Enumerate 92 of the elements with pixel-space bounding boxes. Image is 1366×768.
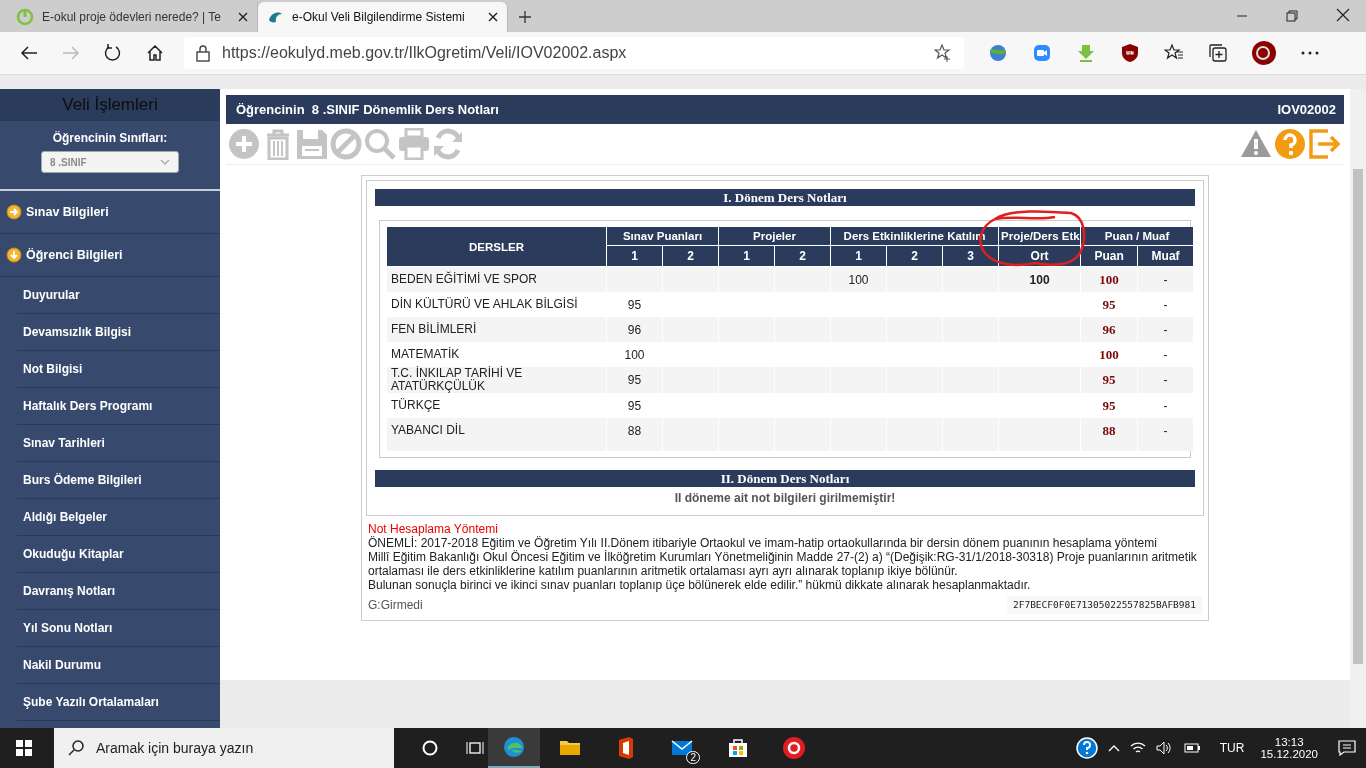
- column-header: 1: [831, 246, 887, 267]
- search-icon: [364, 128, 396, 160]
- table-cell: 95: [607, 367, 662, 393]
- battery-icon[interactable]: [1181, 742, 1200, 754]
- sidebar-title: Veli İşlemleri: [0, 89, 220, 121]
- notification-icon[interactable]: [1338, 740, 1356, 756]
- table-cell: FEN BİLİMLERİ: [387, 317, 606, 342]
- search-icon: [68, 740, 84, 756]
- refresh-icon[interactable]: [104, 44, 122, 62]
- new-tab-icon[interactable]: [518, 10, 532, 24]
- term-title: I. Dönem Ders Notları: [375, 189, 1195, 206]
- save-icon: [296, 128, 328, 160]
- store-icon[interactable]: [726, 736, 750, 760]
- globe-icon[interactable]: [988, 43, 1008, 63]
- table-cell: 100: [831, 267, 887, 292]
- count-badge: 2: [686, 751, 700, 764]
- table-cell: 100: [1081, 267, 1138, 292]
- table-cell: 96: [1081, 317, 1138, 342]
- table-cell: -: [1138, 267, 1194, 292]
- legend-text: G:Girmedi: [368, 598, 423, 612]
- sidebar-section[interactable]: Sınav Bilgileri: [0, 191, 220, 234]
- speaker-icon[interactable]: [1155, 741, 1172, 755]
- empty-message: II döneme ait not bilgileri girilmemiştir!: [673, 490, 897, 507]
- task-view-icon[interactable]: [466, 740, 484, 756]
- refresh-icon: [432, 128, 464, 160]
- column-header: 1: [607, 246, 662, 267]
- cancel-icon: [330, 128, 362, 160]
- sidebar-section[interactable]: Öğrenci Bilgileri: [0, 234, 220, 277]
- language-indicator[interactable]: TUR: [1219, 741, 1245, 755]
- column-header: Puan: [1081, 246, 1138, 267]
- address-field[interactable]: https://eokulyd.meb.gov.tr/IlkOgretim/Veli/IOV02002.aspx: [184, 37, 964, 69]
- notes-text: Millî Eğitim Bakanlığı Okul Öncesi Eğitim ve İlköğretim Kurumları Yönetmeliğinin Madde 27-(2) a) “(Değişik:RG-31/1/2018-30318) Proje puanlarının aritmetik ortalaması ile ders etkinliklerine katılım puanlarının aritmetik ortalaması ayrı ayrı alınarak toplanıp ikiye bölünür.: [368, 550, 1198, 578]
- chevron-down-icon: [160, 159, 170, 165]
- restore-icon[interactable]: [1286, 10, 1298, 22]
- table-cell: -: [1138, 367, 1194, 393]
- home-icon[interactable]: [146, 44, 164, 62]
- clock-time[interactable]: 13:13: [1274, 736, 1304, 748]
- clock-date[interactable]: 15.12.2020: [1260, 748, 1318, 760]
- browser-tab[interactable]: e-Okul Veli Bilgilendirme Sistemi: [258, 2, 508, 32]
- notes-text: Bulunan sonuçla birinci ve ikinci sınav puanları toplanıp üçe bölünerek elde edilir.” hükmü dikkate alınarak hesaplanmaktadır.: [368, 578, 1032, 592]
- add-icon: [228, 128, 260, 160]
- wifi-icon[interactable]: [1129, 741, 1146, 755]
- column-header: 2: [663, 246, 718, 267]
- video-camera-icon[interactable]: [1032, 43, 1052, 63]
- forward-icon: [62, 45, 80, 61]
- avatar-icon[interactable]: [1252, 41, 1276, 65]
- column-header: Muaf: [1138, 246, 1194, 267]
- printer-icon: [398, 128, 430, 160]
- notes-text: ÖNEMLİ: 2017-2018 Eğitim ve Öğretim Yılı II.Dönem itibariyle Ortaokul ve imam-hatip ortaokullarında bir dersin dönem puanının hesaplama yöntemi: [368, 536, 1158, 550]
- taskbar-search[interactable]: Aramak için buraya yazın: [54, 728, 394, 768]
- table-cell: T.C. İNKILAP TARİHİ VE ATATÜRKÇÜLÜK: [387, 367, 606, 393]
- help-icon[interactable]: [1075, 737, 1098, 759]
- table-cell: YABANCI DİL: [387, 418, 606, 443]
- close-icon[interactable]: [237, 11, 249, 23]
- column-header: Proje/Ders Etk: [999, 227, 1081, 246]
- table-cell: 88: [1081, 418, 1138, 443]
- cortana-icon[interactable]: [422, 740, 438, 756]
- table-cell: 88: [607, 418, 662, 443]
- table-cell: -: [1138, 317, 1194, 342]
- notes-heading: Not Hesaplama Yöntemi: [368, 522, 499, 536]
- collections-icon[interactable]: [1208, 43, 1228, 63]
- column-header: 2: [775, 246, 831, 267]
- sidebar-item[interactable]: Şube Yazılı Ortalamaları: [17, 684, 220, 721]
- column-header: 2: [887, 246, 943, 267]
- column-header: Sınav Puanları: [607, 227, 718, 246]
- table-cell: -: [1138, 418, 1194, 443]
- close-icon[interactable]: [487, 11, 499, 23]
- power-icon: [16, 8, 34, 26]
- shield-icon[interactable]: [1120, 43, 1140, 63]
- table-cell: 95: [1081, 367, 1138, 393]
- windows-icon[interactable]: [16, 740, 32, 756]
- column-header: Puan / Muaf: [1081, 227, 1194, 246]
- column-header: 1: [719, 246, 774, 267]
- close-icon[interactable]: [1336, 8, 1350, 22]
- class-label: Öğrencinin Sınıfları:: [52, 131, 168, 145]
- term-title: II. Dönem Ders Notları: [375, 470, 1195, 487]
- music-app-icon[interactable]: [782, 736, 806, 760]
- table-cell: BEDEN EĞİTİMİ VE SPOR: [387, 267, 606, 292]
- column-header: DERSLER: [387, 227, 606, 267]
- table-cell: 100: [999, 267, 1081, 292]
- scrollbar[interactable]: [1350, 89, 1366, 728]
- edge-icon[interactable]: [502, 735, 526, 759]
- column-header: Projeler: [719, 227, 831, 246]
- title-bar: Öğrencinin 8 .SINIF Dönemlik Ders Notları IOV02002: [226, 95, 1344, 124]
- chevron-up-icon[interactable]: [1107, 744, 1120, 752]
- column-header: 3: [943, 246, 999, 267]
- back-icon[interactable]: [20, 45, 38, 61]
- lock-icon: [196, 44, 210, 62]
- warning-icon[interactable]: [1240, 128, 1272, 160]
- star-icon[interactable]: [934, 44, 952, 62]
- table-cell: 96: [607, 317, 662, 342]
- hash-code: 2F7BECF0F0E71305022557825BAFB981: [1006, 596, 1202, 614]
